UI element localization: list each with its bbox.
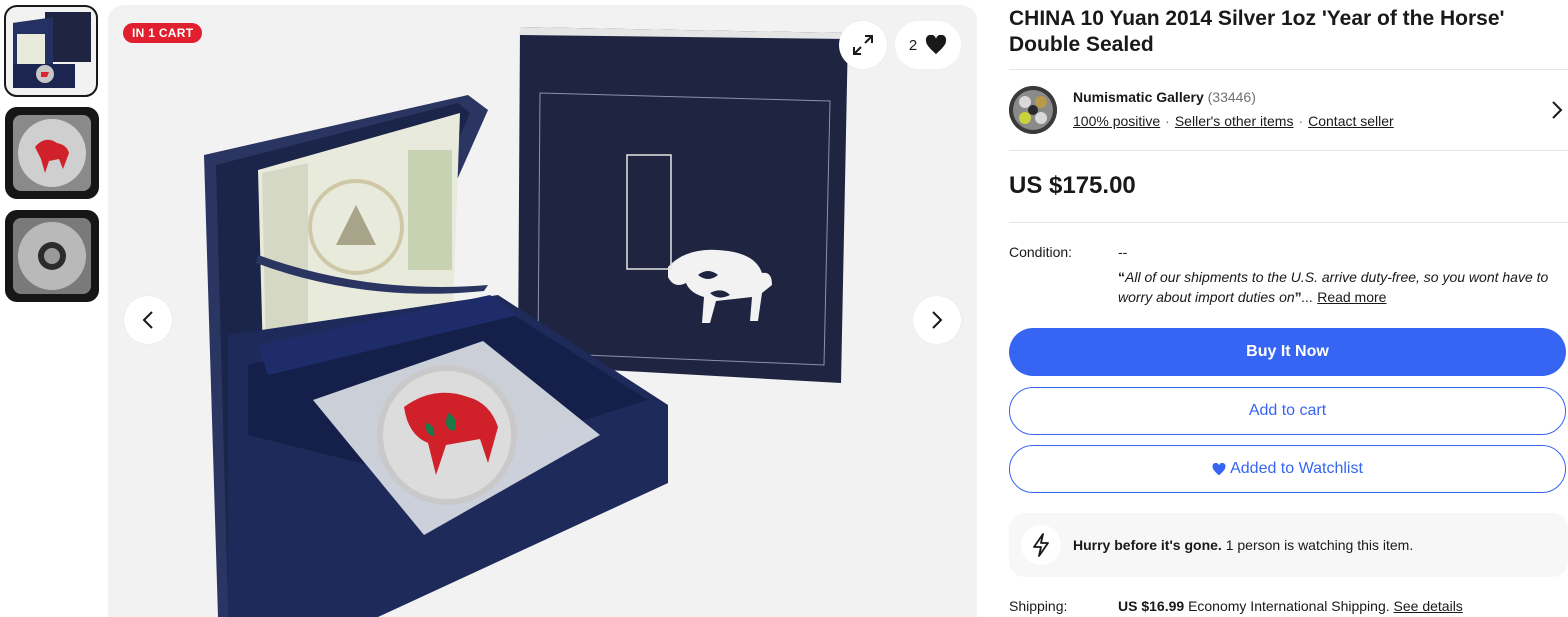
read-more-link[interactable]: Read more <box>1317 289 1386 305</box>
expand-icon <box>853 35 873 55</box>
listing-info-panel: CHINA 10 Yuan 2014 Silver 1oz 'Year of t… <box>1009 0 1568 617</box>
hurry-text: Hurry before it's gone. 1 person is watc… <box>1073 537 1413 553</box>
thumbnail-box-open[interactable] <box>4 5 98 97</box>
watchlist-button[interactable]: Added to Watchlist <box>1009 445 1566 493</box>
see-details-link[interactable]: See details <box>1394 598 1463 614</box>
divider <box>1009 69 1568 70</box>
seller-logo-icon <box>1009 86 1057 134</box>
seller-chevron-right-icon[interactable] <box>1551 100 1563 120</box>
seller-name-row: Numismatic Gallery (33446) <box>1073 89 1256 105</box>
previous-image-button[interactable] <box>124 296 172 344</box>
seller-name[interactable]: Numismatic Gallery <box>1073 89 1204 105</box>
watchlist-label: Added to Watchlist <box>1230 460 1363 477</box>
next-image-button[interactable] <box>913 296 961 344</box>
shipping-label: Shipping: <box>1009 598 1068 614</box>
heart-icon <box>926 35 947 55</box>
hurry-watchers: 1 person is watching this item. <box>1225 537 1414 553</box>
chevron-right-icon <box>932 311 943 329</box>
shipping-cost: US $16.99 <box>1118 598 1185 614</box>
in-cart-badge: IN 1 CART <box>123 23 203 43</box>
seller-links: 100% positive · Seller's other items · Conta… <box>1073 113 1394 129</box>
shipping-value: US $16.99 Economy International Shipping… <box>1118 598 1463 614</box>
divider <box>1009 222 1568 223</box>
thumbnail-box-image <box>5 6 97 96</box>
condition-label: Condition: <box>1009 244 1073 260</box>
hurry-banner: Hurry before it's gone. 1 person is watc… <box>1009 513 1568 577</box>
shipping-method: Economy International Shipping. <box>1188 598 1390 614</box>
seller-other-items-link[interactable]: Seller's other items <box>1175 113 1294 129</box>
condition-value: -- <box>1118 244 1128 260</box>
listing-title: CHINA 10 Yuan 2014 Silver 1oz 'Year of t… <box>1009 7 1505 56</box>
thumbnail-coin-reverse[interactable] <box>5 210 99 302</box>
heart-icon <box>1212 462 1226 475</box>
thumbnail-coin-red-horse[interactable] <box>5 107 99 199</box>
thumbnail-strip <box>4 5 99 313</box>
buy-it-now-button[interactable]: Buy It Now <box>1009 328 1566 376</box>
condition-description: “All of our shipments to the U.S. arrive… <box>1118 269 1549 305</box>
divider <box>1009 150 1568 151</box>
main-product-image: IN 1 CART 2 <box>108 5 977 617</box>
watch-count-button[interactable]: 2 <box>895 21 961 69</box>
add-to-cart-button[interactable]: Add to cart <box>1009 387 1566 435</box>
product-photo <box>204 27 848 617</box>
lightning-icon <box>1033 533 1049 557</box>
item-price: US $175.00 <box>1009 172 1136 199</box>
thumbnail-coin-reverse-image <box>5 210 99 302</box>
seller-avatar[interactable] <box>1009 86 1057 134</box>
contact-seller-link[interactable]: Contact seller <box>1308 113 1394 129</box>
expand-image-button[interactable] <box>839 21 887 69</box>
watch-count: 2 <box>908 36 918 54</box>
seller-positive-link[interactable]: 100% positive <box>1073 113 1160 129</box>
lightning-icon-wrap <box>1021 525 1061 565</box>
chevron-left-icon <box>142 311 153 329</box>
hurry-strong: Hurry before it's gone. <box>1073 537 1222 553</box>
seller-feedback-count: (33446) <box>1207 89 1256 105</box>
thumbnail-coin-image <box>5 107 99 199</box>
